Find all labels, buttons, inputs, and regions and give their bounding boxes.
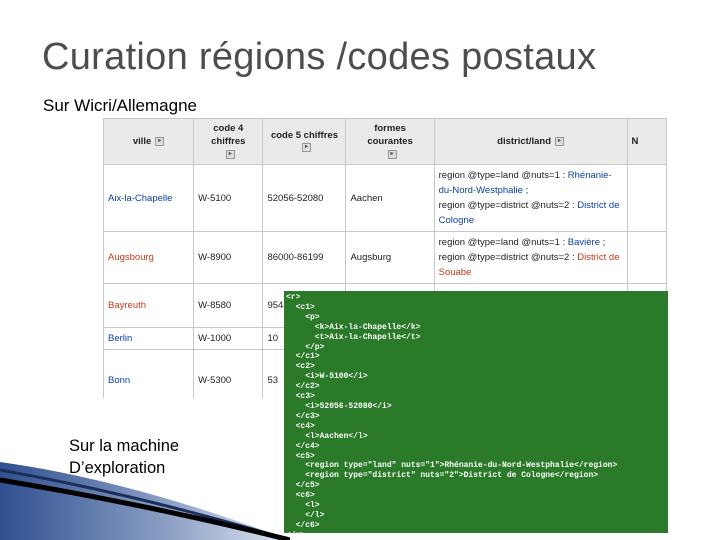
column-header[interactable]: district/land ▸ (433, 118, 628, 165)
cell-ville[interactable]: Berlin (103, 327, 195, 350)
city-link[interactable]: Bonn (108, 375, 130, 386)
sort-icon[interactable]: ▸ (225, 149, 235, 159)
sort-icon[interactable]: ▸ (301, 143, 311, 153)
machine-caption: Sur la machine D’exploration (69, 437, 180, 477)
cell-forme: Aachen (345, 164, 435, 232)
xml-line: <i>52056-52080</i> (286, 401, 392, 411)
cell-ville[interactable]: Augsbourg (103, 231, 195, 284)
xml-line: <i>W-5100</i> (286, 372, 368, 382)
xml-line: </c4> (286, 441, 320, 451)
xml-line: <c1> (286, 302, 315, 312)
xml-line: </l> (286, 510, 325, 520)
xml-line: <l> (286, 501, 320, 511)
xml-line: </c2> (286, 382, 320, 392)
xml-line: <region type="land" nuts="1">Rhénanie-du… (286, 461, 618, 471)
xml-line: </c1> (286, 352, 320, 362)
xml-line: <p> (286, 312, 320, 322)
slide-subtitle: Sur Wicri/Allemagne (43, 96, 197, 115)
xml-line: <r> (286, 293, 301, 302)
cell-ville[interactable]: Aix-la-Chapelle (103, 164, 195, 232)
table-row: Augsbourg W-8900 86000-86199 Augsburg region… (103, 231, 667, 284)
cell-code4: W-1000 (193, 327, 264, 350)
column-header[interactable]: formes courantes ▸ (345, 118, 435, 165)
cell-code5: 52056-52080 (262, 164, 347, 232)
xml-line: </c5> (286, 481, 320, 491)
xml-line: <l>Aachen</l> (286, 431, 368, 441)
xml-line: <c2> (286, 362, 315, 372)
cell-ville[interactable]: Bayreuth (103, 283, 195, 328)
column-header[interactable]: ville ▸ (103, 118, 195, 165)
cell-code4: W-5100 (193, 164, 264, 232)
xml-line: <c5> (286, 451, 315, 461)
cell-code4: W-8580 (193, 283, 264, 328)
cell-forme: Augsburg (345, 231, 435, 284)
sort-icon[interactable]: ▸ (555, 136, 564, 146)
slide-title: Curation régions /codes postaux (42, 36, 597, 78)
cell-extra (626, 231, 667, 284)
column-header[interactable]: N (626, 118, 667, 165)
land-link[interactable]: Bavière (568, 237, 600, 248)
city-link[interactable]: Augsbourg (108, 252, 154, 263)
xml-code-block: <r> <c1> <p> <k>Aix-la-Chapelle</k> <t>A… (284, 291, 668, 533)
xml-line: </c3> (286, 411, 320, 421)
xml-line: <k>Aix-la-Chapelle</k> (286, 322, 421, 332)
column-header[interactable]: code 5 chiffres ▸ (262, 118, 347, 165)
sort-icon[interactable]: ▸ (155, 136, 165, 146)
cell-code4: W-8900 (193, 231, 264, 284)
cell-district: region @type=land @nuts=1 : Bavière ;reg… (433, 231, 628, 284)
cell-extra (626, 164, 667, 232)
xml-line: </p> (286, 342, 325, 352)
xml-line: <t>Aix-la-Chapelle</t> (286, 332, 421, 342)
xml-line: <region type="district" nuts="2">Distric… (286, 471, 599, 481)
column-header[interactable]: code 4 chiffres ▸ (193, 118, 264, 165)
xml-line: </r> (286, 531, 668, 533)
xml-line: </c6> (286, 520, 320, 530)
cell-code4: W-5300 (193, 349, 264, 398)
xml-line: <c6> (286, 491, 315, 501)
cell-code5: 86000-86199 (262, 231, 347, 284)
xml-line: <c4> (286, 421, 315, 431)
cell-district: region @type=land @nuts=1 : Rhénanie-du-… (433, 164, 628, 232)
city-link[interactable]: Bayreuth (108, 300, 146, 311)
xml-line: <c3> (286, 392, 315, 402)
city-link[interactable]: Aix-la-Chapelle (108, 193, 172, 204)
cell-ville[interactable]: Bonn (103, 349, 195, 398)
sort-icon[interactable]: ▸ (387, 149, 397, 159)
table-row: Aix-la-Chapelle W-5100 52056-52080 Aachen re… (103, 164, 667, 232)
city-link[interactable]: Berlin (108, 333, 132, 344)
